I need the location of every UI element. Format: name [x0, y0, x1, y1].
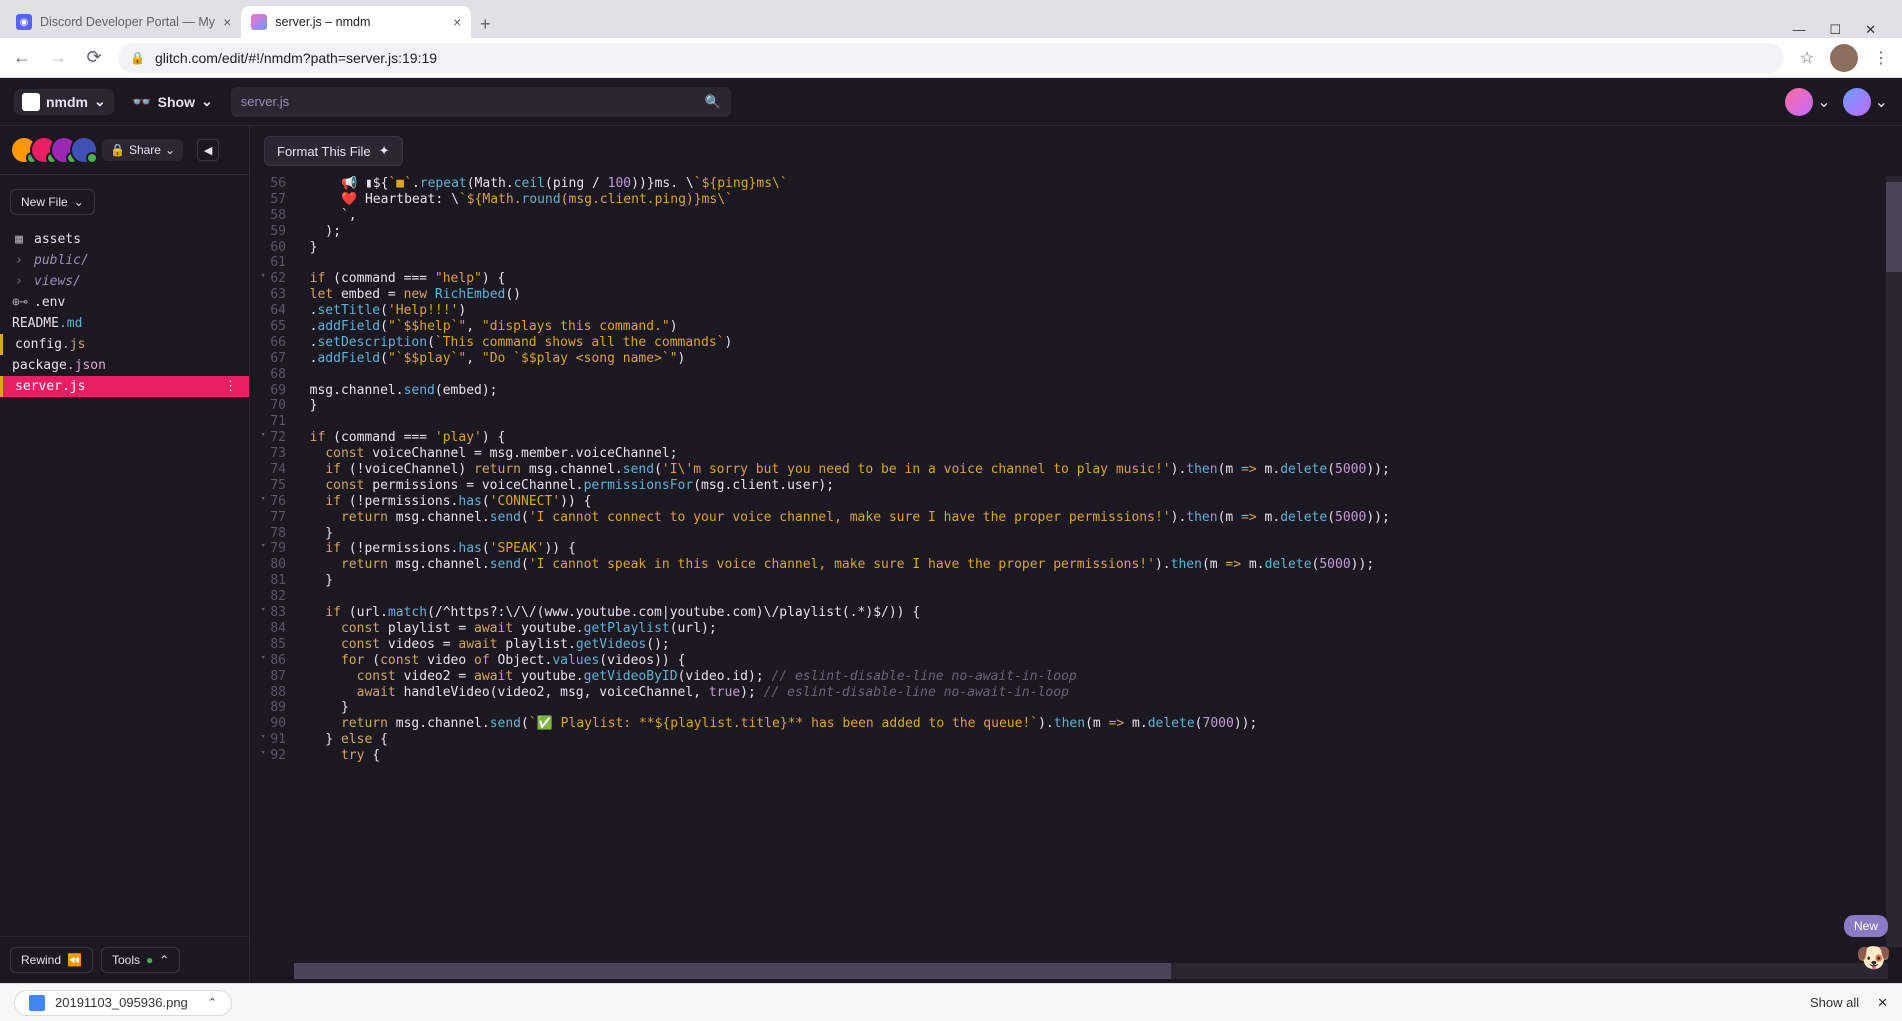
project-name: nmdm — [46, 94, 88, 110]
account-avatar[interactable] — [1843, 88, 1871, 116]
show-all-button[interactable]: Show all — [1810, 995, 1859, 1010]
glasses-icon: 👓 — [132, 92, 152, 112]
file-tree: ▦assets ›public/ ›views/ ⊕⊸.env README.m… — [0, 229, 249, 397]
lock-icon: 🔒 — [130, 51, 145, 65]
image-file-icon — [29, 995, 45, 1011]
collaborators[interactable] — [10, 136, 90, 164]
scrollbar-thumb[interactable] — [294, 963, 1171, 979]
file-assets[interactable]: ▦assets — [0, 229, 249, 250]
tab-title: server.js – nmdm — [275, 15, 370, 29]
tabstrip: ◉ Discord Developer Portal — My × server… — [0, 0, 1902, 38]
tools-button[interactable]: Tools●⌃ — [101, 947, 180, 973]
tab-discord[interactable]: ◉ Discord Developer Portal — My × — [6, 6, 241, 38]
browser-toolbar: ← → ⟳ 🔒 glitch.com/edit/#!/nmdm?path=ser… — [0, 38, 1902, 78]
glitch-favicon — [251, 14, 267, 30]
downloads-bar: 20191103_095936.png ⌃ Show all ✕ — [0, 983, 1902, 1021]
editor-toolbar: Format This File ✦ — [250, 126, 1902, 176]
file-config[interactable]: config.js — [0, 334, 249, 355]
horizontal-scrollbar[interactable] — [294, 963, 1888, 979]
discord-favicon: ◉ — [16, 14, 32, 30]
show-label: Show — [158, 94, 195, 110]
collapse-icon[interactable]: ◀ — [197, 139, 219, 161]
glitch-body: 🔒 Share ⌄ ◀ New File ⌄ ▦assets ›public/ … — [0, 126, 1902, 983]
mascot-icon[interactable]: 🐶 — [1856, 941, 1896, 981]
back-icon[interactable]: ← — [10, 47, 34, 68]
show-button[interactable]: 👓 Show ⌄ — [124, 88, 221, 116]
search-icon: 🔍 — [705, 94, 721, 110]
project-menu[interactable]: nmdm ⌄ — [14, 89, 114, 115]
window-controls: — ☐ ✕ — [1772, 22, 1896, 38]
chevron-right-icon: › — [12, 274, 26, 289]
chevron-down-icon: ⌄ — [94, 93, 106, 110]
sidebar-bottom: Rewind⏪ Tools●⌃ — [0, 936, 249, 983]
minimize-icon[interactable]: — — [1792, 22, 1805, 38]
new-badge[interactable]: New — [1844, 915, 1888, 937]
editor-pane: Format This File ✦ 565758596061626364656… — [250, 126, 1902, 983]
new-file-label: New File — [21, 195, 68, 209]
share-button[interactable]: 🔒 Share ⌄ — [102, 139, 183, 161]
menu-icon[interactable]: ⋮ — [1870, 48, 1892, 68]
vertical-scrollbar[interactable] — [1886, 176, 1902, 947]
address-bar[interactable]: 🔒 glitch.com/edit/#!/nmdm?path=server.js… — [118, 43, 1784, 73]
new-tab-button[interactable]: + — [471, 10, 499, 38]
file-readme[interactable]: README.md — [0, 313, 249, 334]
code-content[interactable]: 📢 ▮${`■`.repeat(Math.ceil(ping / 100))}m… — [294, 176, 1902, 963]
rewind-button[interactable]: Rewind⏪ — [10, 947, 93, 973]
key-icon: ⊕⊸ — [12, 295, 26, 310]
url-text: glitch.com/edit/#!/nmdm?path=server.js:1… — [155, 50, 437, 66]
chevron-down-icon[interactable]: ⌄ — [1817, 92, 1830, 112]
line-gutter: 5657585960616263646566676869707172737475… — [250, 176, 294, 963]
chevron-down-icon[interactable]: ⌄ — [1875, 92, 1888, 112]
code-editor[interactable]: 5657585960616263646566676869707172737475… — [250, 176, 1902, 963]
close-window-icon[interactable]: ✕ — [1865, 22, 1876, 38]
folder-public[interactable]: ›public/ — [0, 250, 249, 271]
share-label: Share — [129, 143, 161, 157]
star-icon[interactable]: ☆ — [1796, 48, 1818, 68]
close-icon[interactable]: × — [453, 14, 461, 30]
chevron-up-icon[interactable]: ⌃ — [208, 996, 217, 1009]
format-button[interactable]: Format This File ✦ — [264, 136, 403, 166]
download-item[interactable]: 20191103_095936.png ⌃ — [14, 990, 232, 1016]
assets-icon: ▦ — [12, 232, 26, 247]
folder-views[interactable]: ›views/ — [0, 271, 249, 292]
profile-avatar[interactable] — [1830, 44, 1858, 72]
rewind-icon: ⏪ — [67, 953, 82, 967]
file-search[interactable]: server.js 🔍 — [231, 87, 731, 117]
file-server[interactable]: server.js⋮ — [0, 376, 249, 397]
new-file-button[interactable]: New File ⌄ — [10, 189, 95, 215]
reload-icon[interactable]: ⟳ — [82, 47, 106, 68]
chevron-up-icon: ⌃ — [159, 953, 169, 967]
lock-icon: 🔒 — [110, 143, 125, 157]
browser-chrome: ◉ Discord Developer Portal — My × server… — [0, 0, 1902, 78]
close-bar-icon[interactable]: ✕ — [1877, 995, 1888, 1011]
chevron-down-icon: ⌄ — [74, 195, 84, 209]
tab-glitch[interactable]: server.js – nmdm × — [241, 6, 471, 38]
chevron-down-icon: ⌄ — [165, 143, 175, 157]
sidebar-top: 🔒 Share ⌄ ◀ — [0, 126, 249, 175]
maximize-icon[interactable]: ☐ — [1829, 22, 1841, 38]
glitch-header: nmdm ⌄ 👓 Show ⌄ server.js 🔍 ⌄ ⌄ — [0, 78, 1902, 126]
chevron-right-icon: › — [12, 253, 26, 268]
sidebar: 🔒 Share ⌄ ◀ New File ⌄ ▦assets ›public/ … — [0, 126, 250, 983]
search-text: server.js — [241, 94, 289, 109]
file-menu-icon[interactable]: ⋮ — [224, 379, 237, 394]
close-icon[interactable]: × — [223, 14, 231, 30]
download-filename: 20191103_095936.png — [55, 995, 188, 1010]
chevron-down-icon: ⌄ — [201, 93, 213, 110]
user-avatar[interactable] — [1785, 88, 1813, 116]
file-package[interactable]: package.json — [0, 355, 249, 376]
file-env[interactable]: ⊕⊸.env — [0, 292, 249, 313]
collaborator-avatar — [70, 136, 98, 164]
tab-title: Discord Developer Portal — My — [40, 15, 215, 29]
forward-icon[interactable]: → — [46, 47, 70, 68]
sparkle-icon: ✦ — [379, 143, 390, 159]
scrollbar-thumb[interactable] — [1886, 182, 1902, 272]
glitch-logo-icon — [22, 93, 40, 111]
status-icon: ● — [146, 953, 153, 967]
glitch-app: nmdm ⌄ 👓 Show ⌄ server.js 🔍 ⌄ ⌄ — [0, 78, 1902, 983]
header-right: ⌄ ⌄ — [1785, 88, 1888, 116]
